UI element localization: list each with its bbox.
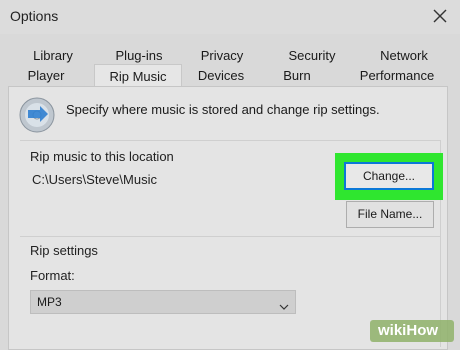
cd-disc-icon [18, 96, 56, 134]
tab-rip-music[interactable]: Rip Music [94, 64, 182, 88]
rip-location-path: C:\Users\Steve\Music [32, 172, 157, 187]
window-title: Options [10, 8, 59, 24]
tab-network[interactable]: Network [372, 46, 436, 66]
tab-devices[interactable]: Devices [190, 66, 252, 86]
tab-security[interactable]: Security [280, 46, 344, 66]
title-bar: Options [0, 0, 460, 34]
file-name-button[interactable]: File Name... [346, 201, 434, 228]
tab-performance[interactable]: Performance [352, 66, 442, 86]
format-select[interactable]: MP3 [30, 290, 296, 314]
description-text: Specify where music is stored and change… [66, 102, 380, 117]
rip-settings-label: Rip settings [30, 243, 98, 258]
close-icon[interactable] [428, 4, 452, 28]
change-button[interactable]: Change... [344, 162, 434, 190]
format-select-value: MP3 [37, 295, 62, 309]
wikihow-watermark: wikiHow [370, 320, 454, 342]
format-label: Format: [30, 268, 75, 283]
tab-privacy[interactable]: Privacy [194, 46, 250, 66]
chevron-down-icon [279, 298, 289, 310]
tab-plug-ins[interactable]: Plug-ins [108, 46, 170, 66]
tab-player[interactable]: Player [20, 66, 72, 86]
tab-burn[interactable]: Burn [272, 66, 322, 86]
tab-library[interactable]: Library [26, 46, 80, 66]
watermark-prefix: wiki [378, 322, 407, 339]
rip-location-label: Rip music to this location [30, 149, 174, 164]
watermark-suffix: How [406, 322, 439, 339]
